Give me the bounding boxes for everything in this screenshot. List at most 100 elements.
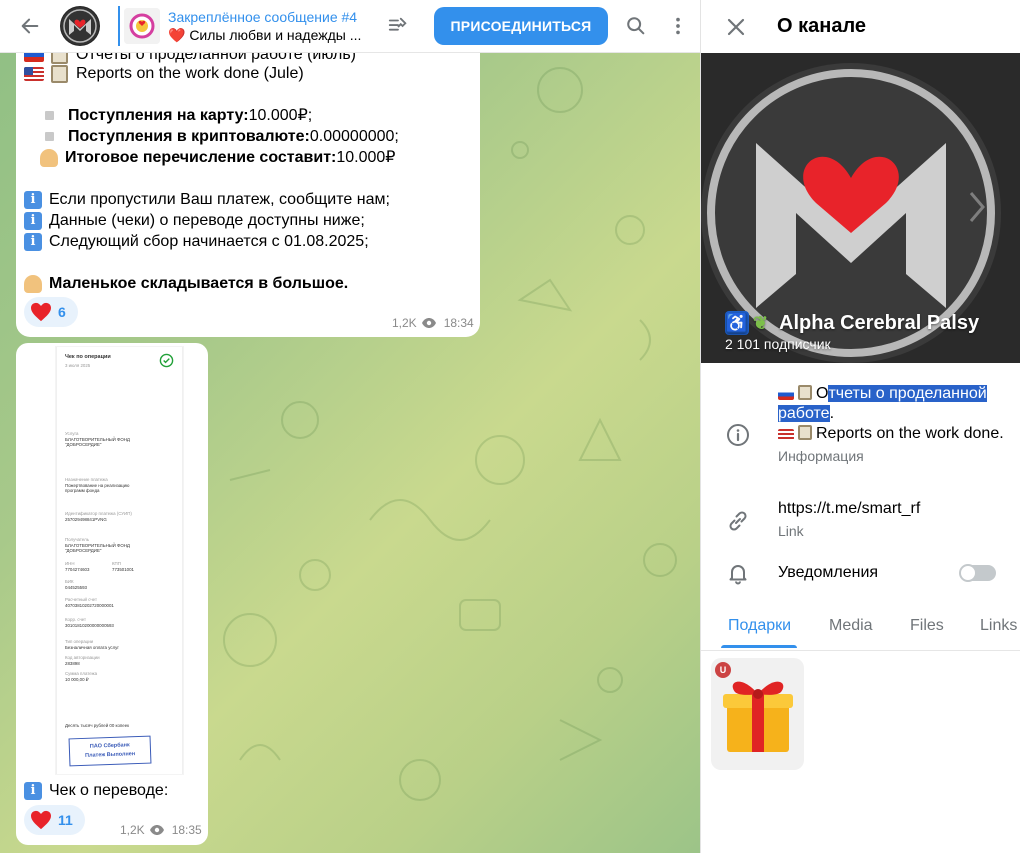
message-line: i Следующий сбор начинается с 01.08.2025…: [24, 231, 369, 252]
heart-reaction[interactable]: 6: [24, 297, 78, 327]
description-text: Отчеты о проделанной работе. Reports on …: [778, 384, 1008, 444]
receipt-value: "ДОБРОСЕРДИЕ": [65, 442, 102, 447]
receipt-label: Код авторизации: [65, 655, 100, 660]
info-text-2: Данные (чеки) о переводе доступны ниже;: [49, 212, 365, 229]
eye-icon: [149, 825, 164, 835]
receipt-amount-words: Десять тысяч рублей 00 копеек: [65, 723, 130, 728]
info-circle-icon: [727, 424, 749, 446]
message-bubble[interactable]: Отчеты о проделанной работе (июль) Repor…: [16, 40, 480, 337]
info-icon: i: [24, 232, 42, 251]
receipt-label: БИК: [65, 579, 74, 584]
usa-flag-icon: [778, 429, 794, 440]
receipt-label: ИНН: [65, 561, 75, 566]
message-bubble[interactable]: Чек по операции 3 июля 2025 Услуга БЛАГО…: [16, 343, 208, 845]
message-time: 18:34: [443, 316, 474, 330]
info-icon: i: [24, 781, 42, 800]
pinned-preview: ❤️ Силы любви и надежды ...: [168, 27, 362, 43]
receipt-image[interactable]: Чек по операции 3 июля 2025 Услуга БЛАГО…: [56, 347, 183, 774]
desc-en: Reports on the work done.: [816, 425, 1004, 442]
media-tabs: Подарки Media Files Links: [701, 603, 1020, 651]
telegram-window: Закреплённое сообщение #4 ❤️ Силы любви …: [0, 0, 1020, 853]
message-caption: i Чек о переводе:: [24, 780, 168, 801]
join-button[interactable]: ПРИСОЕДИНИТЬСЯ: [434, 7, 608, 45]
arrow-left-icon: [21, 18, 39, 34]
more-button[interactable]: [658, 6, 698, 46]
bell-icon: [729, 565, 747, 585]
card-value: 10.000₽;: [248, 107, 313, 124]
receipt-value: программ фонда: [65, 488, 100, 493]
back-button[interactable]: [0, 0, 60, 53]
more-vertical-icon: [676, 17, 680, 35]
clipboard-icon: [51, 64, 68, 83]
message-line: Reports on the work done (Jule): [24, 63, 304, 84]
message-meta: 1,2K 18:35: [120, 823, 202, 837]
receipt-value: 40703810202720000001: [65, 603, 114, 608]
chat-area[interactable]: Закреплённое сообщение #4 ❤️ Силы любви …: [0, 0, 700, 853]
receipt-value: "ДОБРОСЕРДИЕ": [65, 548, 102, 553]
notifications-toggle[interactable]: [959, 564, 996, 582]
channel-description[interactable]: Отчеты о проделанной работе. Reports on …: [778, 384, 1008, 464]
receipt-title: Чек по операции: [65, 354, 111, 360]
panel-title: О канале: [777, 15, 867, 37]
crypto-label: Поступления в криптовалюте:: [68, 128, 310, 145]
gift-item[interactable]: U: [711, 658, 804, 770]
receipt-value: 7704274603: [65, 567, 90, 572]
subscriber-count: 2 101 подписчик: [725, 336, 831, 352]
message-line: Поступления на карту: 10.000₽;: [40, 105, 312, 126]
message-line: Итоговое перечисление составит: 10.000₽: [40, 147, 395, 168]
raised-hands-icon: [40, 148, 58, 167]
tab-files[interactable]: Files: [910, 617, 944, 635]
receipt-value: 30101810200000000593: [65, 623, 114, 628]
description-label: Информация: [778, 448, 864, 464]
receipt-amount: 10 000,00 ₽: [65, 677, 89, 682]
receipt-value: 773501001: [112, 567, 134, 572]
tab-media[interactable]: Media: [829, 617, 873, 635]
search-button[interactable]: [616, 6, 656, 46]
selected-text: работе: [778, 405, 830, 422]
receipt-date: 3 июля 2025: [65, 363, 91, 368]
selected-text: тчеты о проделанной: [828, 385, 987, 402]
closing-text: Маленькое складывается в большое.: [49, 275, 349, 292]
pinned-thumbnail: [124, 8, 160, 44]
chat-header: Закреплённое сообщение #4 ❤️ Силы любви …: [0, 0, 700, 53]
link-text[interactable]: https://t.me/smart_rf: [778, 499, 1008, 519]
receipt-label: Идентификатор платежа (СУИП): [65, 511, 132, 516]
receipt-value: 257029498841PVNG: [65, 517, 107, 522]
message-line: i Если пропустили Ваш платеж, сообщите н…: [24, 189, 390, 210]
reaction-count: 6: [58, 304, 66, 320]
channel-link[interactable]: https://t.me/smart_rf Link: [778, 499, 1008, 539]
link-row-icon: [725, 508, 751, 534]
total-value: 10.000₽: [336, 149, 396, 166]
message-time: 18:35: [171, 823, 202, 837]
notifications-row-icon: [725, 560, 751, 586]
channel-logo-icon: [61, 7, 99, 45]
square-bullet-icon: [45, 111, 54, 120]
report-title-en: Reports on the work done (Jule): [76, 65, 304, 82]
link-label: Link: [778, 523, 804, 539]
heart-reaction[interactable]: 11: [24, 805, 85, 835]
tab-gifts[interactable]: Подарки: [728, 617, 791, 635]
raised-hands-icon: [24, 274, 42, 293]
receipt-label: КПП: [112, 561, 121, 566]
stamp-line: Платеж Выполнен: [85, 751, 136, 759]
message-line: Маленькое складывается в большое.: [24, 273, 348, 294]
tab-links[interactable]: Links: [980, 617, 1017, 635]
message-meta: 1,2K 18:34: [392, 316, 474, 330]
pinned-message-bar[interactable]: Закреплённое сообщение #4 ❤️ Силы любви …: [118, 6, 368, 46]
pinned-list-button[interactable]: [380, 8, 416, 44]
bank-stamp: ПАО Сбербанк Платеж Выполнен: [68, 735, 152, 767]
pinned-list-icon: [388, 17, 407, 31]
square-bullet-icon: [45, 132, 54, 141]
caption-text: Чек о переводе:: [49, 782, 169, 799]
channel-avatar[interactable]: [60, 6, 100, 46]
active-tab-indicator: [721, 645, 797, 648]
info-icon: i: [24, 190, 42, 209]
usa-flag-icon: [24, 66, 44, 81]
russia-flag-icon: [778, 389, 794, 400]
clipboard-icon: [798, 385, 812, 400]
pinned-title: Закреплённое сообщение #4: [168, 9, 358, 25]
close-button[interactable]: [701, 0, 771, 53]
check-circle-icon: [159, 353, 174, 368]
channel-cover[interactable]: ♿ ❦ Alpha Cerebral Palsy 2 101 подписчик: [701, 53, 1020, 363]
info-text-1: Если пропустили Ваш платеж, сообщите нам…: [49, 191, 390, 208]
